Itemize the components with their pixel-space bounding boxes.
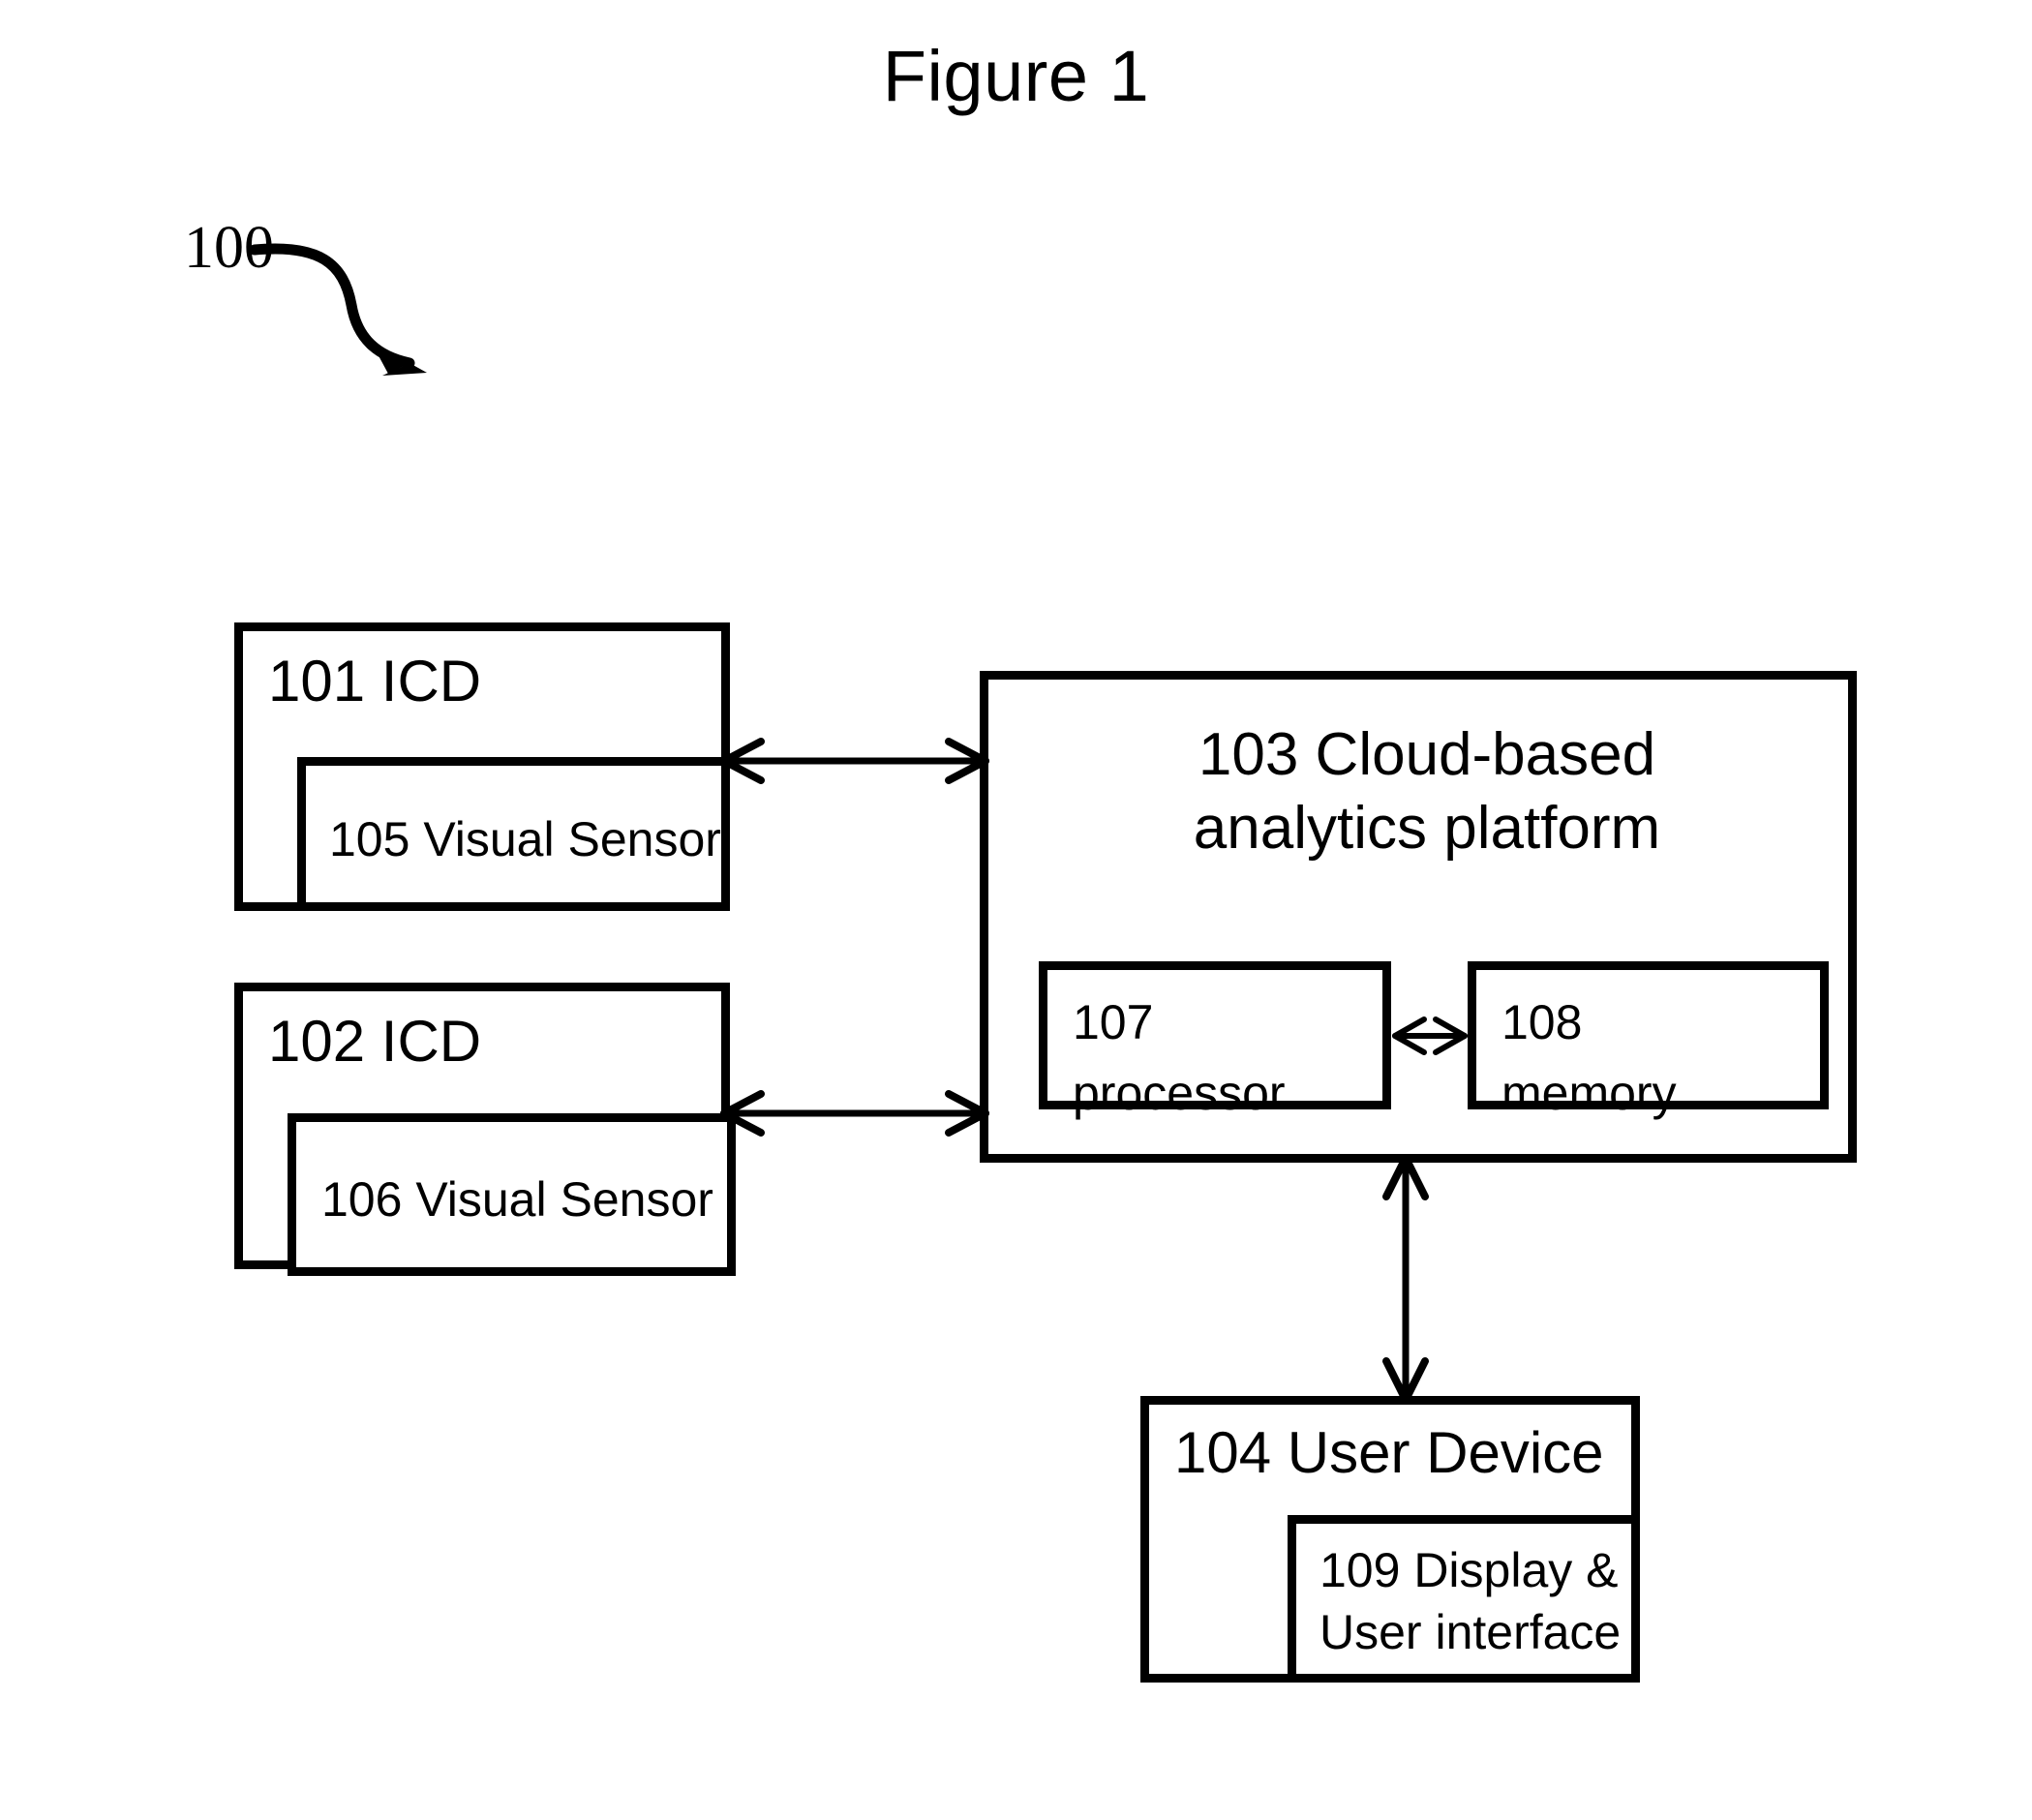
block-display-ui-109-label: 109 Display & User interface bbox=[1319, 1539, 1621, 1663]
block-display-ui-109: 109 Display & User interface bbox=[1288, 1515, 1640, 1683]
block-visual-sensor-105-label: 105 Visual Sensor bbox=[329, 812, 721, 866]
block-user-device-104-label: 104 User Device bbox=[1174, 1420, 1604, 1485]
system-reference-arrow-icon bbox=[247, 203, 460, 378]
connector-icd101-platform bbox=[718, 732, 991, 790]
page-title: Figure 1 bbox=[882, 36, 1150, 116]
connector-processor-memory bbox=[1391, 1009, 1469, 1063]
connector-icd102-platform bbox=[718, 1084, 991, 1142]
block-cloud-platform-103-label: 103 Cloud-based analytics platform bbox=[988, 718, 1865, 864]
block-processor-107: 107 processor bbox=[1039, 961, 1391, 1120]
block-visual-sensor-105: 105 Visual Sensor bbox=[297, 757, 730, 911]
memory-label-line-2: memory bbox=[1501, 1065, 1677, 1120]
block-memory-108-label: 108 memory bbox=[1501, 987, 1677, 1128]
connector-platform-user-device bbox=[1375, 1154, 1437, 1404]
figure-canvas: Figure 1 100 101 ICD 105 Visual Sensor 1… bbox=[0, 0, 2032, 1820]
block-cloud-platform-103: 103 Cloud-based analytics platform 107 pro… bbox=[980, 671, 1857, 1163]
block-icd-101-label: 101 ICD bbox=[268, 649, 482, 713]
processor-label-line-2: processor bbox=[1073, 1065, 1286, 1120]
display-label-line-1: 109 Display & bbox=[1319, 1543, 1619, 1597]
platform-label-line-1: 103 Cloud-based bbox=[1198, 721, 1656, 788]
processor-label-line-1: 107 bbox=[1073, 995, 1154, 1049]
block-visual-sensor-106-label: 106 Visual Sensor bbox=[321, 1172, 713, 1227]
block-processor-107-label: 107 processor bbox=[1073, 987, 1286, 1128]
memory-label-line-1: 108 bbox=[1501, 995, 1583, 1049]
block-memory-108: 108 memory bbox=[1468, 961, 1829, 1120]
display-label-line-2: User interface bbox=[1319, 1605, 1622, 1659]
platform-label-line-2: analytics platform bbox=[1193, 794, 1661, 862]
block-icd-102-label: 102 ICD bbox=[268, 1009, 482, 1074]
block-visual-sensor-106: 106 Visual Sensor bbox=[288, 1113, 736, 1276]
